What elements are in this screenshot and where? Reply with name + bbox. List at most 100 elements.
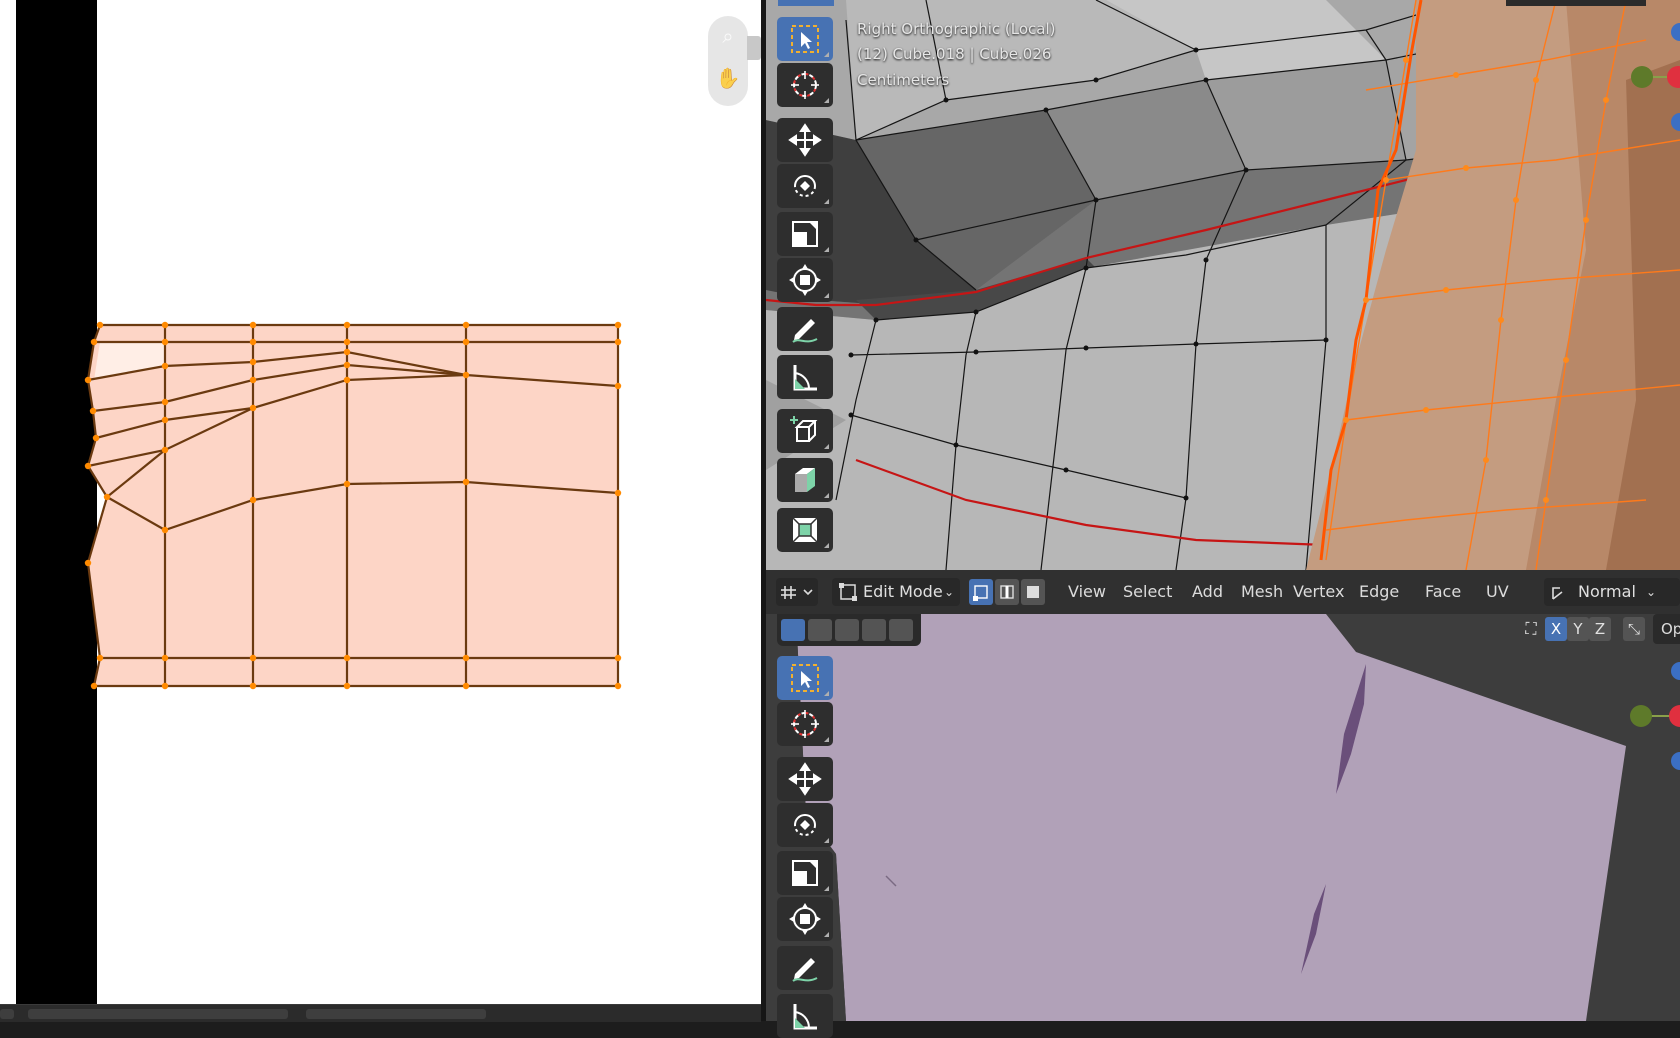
sidebar-toggle-tab[interactable]: [747, 36, 761, 60]
menu-edge[interactable]: Edge: [1359, 570, 1399, 614]
move-tool-button[interactable]: [777, 118, 833, 162]
uv-vertex[interactable]: [161, 654, 169, 662]
editor-type-button[interactable]: [776, 578, 818, 606]
zoom-icon[interactable]: ⌕: [708, 24, 748, 48]
uv-vertex[interactable]: [161, 682, 169, 690]
menu-add[interactable]: Add: [1192, 570, 1223, 614]
uv-vertex[interactable]: [614, 338, 622, 346]
cursor-tool-button[interactable]: [777, 63, 833, 107]
select-intersect-button[interactable]: [889, 619, 913, 641]
3d-viewport-top[interactable]: Right Orthographic (Local) (12) Cube.018…: [766, 0, 1680, 570]
move-tool-button[interactable]: [777, 757, 833, 801]
uv-vertex[interactable]: [614, 489, 622, 497]
uv-vertex[interactable]: [249, 404, 257, 412]
select-new-button[interactable]: [781, 619, 805, 641]
uv-vertex[interactable]: [614, 654, 622, 662]
cursor-tool-button[interactable]: [777, 702, 833, 746]
uv-vertex[interactable]: [84, 462, 92, 470]
uv-vertex[interactable]: [614, 382, 622, 390]
extrude-region-tool-button[interactable]: [777, 458, 833, 502]
uv-island-mesh[interactable]: [0, 0, 761, 1004]
uv-vertex[interactable]: [90, 682, 98, 690]
transform-tool-button[interactable]: [777, 897, 833, 941]
transform-tool-button[interactable]: [777, 258, 833, 302]
uv-vertex[interactable]: [89, 407, 97, 415]
uv-vertex[interactable]: [614, 682, 622, 690]
mirror-icon[interactable]: ⛶: [1519, 617, 1543, 641]
uv-vertex[interactable]: [96, 321, 104, 329]
menu-vertex[interactable]: Vertex: [1293, 570, 1344, 614]
mirror-axis-y-button[interactable]: Y: [1567, 617, 1589, 641]
menu-uv[interactable]: UV: [1486, 570, 1509, 614]
uv-vertex[interactable]: [249, 682, 257, 690]
uv-vertex[interactable]: [90, 338, 98, 346]
select-invert-button[interactable]: [862, 619, 886, 641]
rotate-tool-button[interactable]: [777, 803, 833, 847]
uv-vertex[interactable]: [462, 321, 470, 329]
uv-vertex[interactable]: [462, 654, 470, 662]
uv-vertex[interactable]: [343, 376, 351, 384]
uv-vertex[interactable]: [103, 493, 111, 501]
measure-tool-button[interactable]: [777, 355, 833, 399]
uv-vertex[interactable]: [161, 321, 169, 329]
uv-vertex[interactable]: [96, 654, 104, 662]
menu-select[interactable]: Select: [1123, 570, 1172, 614]
uv-editor-area[interactable]: ⌕ ✋: [0, 0, 761, 1004]
vertex-select-mode-button[interactable]: [969, 579, 993, 605]
annotate-tool-button[interactable]: [777, 946, 833, 990]
uv-vertex[interactable]: [343, 348, 351, 356]
select-box-tool-button[interactable]: [777, 656, 833, 700]
mode-dropdown[interactable]: Edit Mode ⌄: [832, 578, 960, 606]
uv-vertex[interactable]: [161, 416, 169, 424]
uv-vertex[interactable]: [161, 526, 169, 534]
uv-vertex[interactable]: [343, 682, 351, 690]
menu-face[interactable]: Face: [1425, 570, 1461, 614]
uv-vertex[interactable]: [462, 478, 470, 486]
uv-vertex[interactable]: [249, 358, 257, 366]
uv-vertex[interactable]: [249, 376, 257, 384]
add-cube-tool-button[interactable]: [777, 409, 833, 453]
uv-vertex[interactable]: [343, 321, 351, 329]
solid-mesh-view[interactable]: [766, 614, 1680, 1021]
select-box-tool-button[interactable]: [777, 17, 833, 61]
uv-vertex[interactable]: [343, 480, 351, 488]
mirror-axis-z-button[interactable]: Z: [1589, 617, 1611, 641]
uv-vertex[interactable]: [343, 338, 351, 346]
face-select-mode-button[interactable]: [1021, 579, 1045, 605]
edge-select-mode-button[interactable]: [995, 579, 1019, 605]
uv-vertex[interactable]: [92, 434, 100, 442]
uv-vertex[interactable]: [161, 446, 169, 454]
uv-vertex[interactable]: [249, 321, 257, 329]
uv-vertex[interactable]: [249, 654, 257, 662]
uv-vertex[interactable]: [343, 654, 351, 662]
3d-viewport-bottom[interactable]: [766, 614, 1680, 1021]
snapping-toggle-button[interactable]: ⤡: [1623, 617, 1645, 641]
mirror-axis-x-button[interactable]: X: [1545, 617, 1567, 641]
measure-tool-button[interactable]: [777, 994, 833, 1038]
select-subtract-button[interactable]: [835, 619, 859, 641]
hand-pan-icon[interactable]: ✋: [708, 66, 748, 90]
uv-vertex[interactable]: [462, 682, 470, 690]
uv-vertex[interactable]: [84, 376, 92, 384]
inset-faces-tool-button[interactable]: [777, 508, 833, 552]
orientation-dropdown[interactable]: Normal ⌄: [1544, 578, 1680, 606]
rotate-tool-button[interactable]: [777, 164, 833, 208]
uv-vertex[interactable]: [161, 398, 169, 406]
uv-vertex[interactable]: [614, 321, 622, 329]
overlay-options-button[interactable]: Op: [1653, 614, 1680, 644]
uv-vertex[interactable]: [161, 338, 169, 346]
uv-vertex[interactable]: [249, 496, 257, 504]
uv-vertex[interactable]: [343, 361, 351, 369]
uv-vertex[interactable]: [161, 362, 169, 370]
scale-tool-button[interactable]: [777, 851, 833, 895]
menu-mesh[interactable]: Mesh: [1241, 570, 1283, 614]
uv-vertex[interactable]: [249, 338, 257, 346]
menu-view[interactable]: View: [1068, 570, 1106, 614]
uv-vertex[interactable]: [462, 338, 470, 346]
uv-vertex[interactable]: [462, 371, 470, 379]
annotate-tool-button[interactable]: [777, 307, 833, 351]
select-extend-button[interactable]: [808, 619, 832, 641]
navigation-gizmo[interactable]: ⌕ ✋: [708, 16, 748, 106]
scale-tool-button[interactable]: [777, 212, 833, 256]
uv-vertex[interactable]: [84, 559, 92, 567]
